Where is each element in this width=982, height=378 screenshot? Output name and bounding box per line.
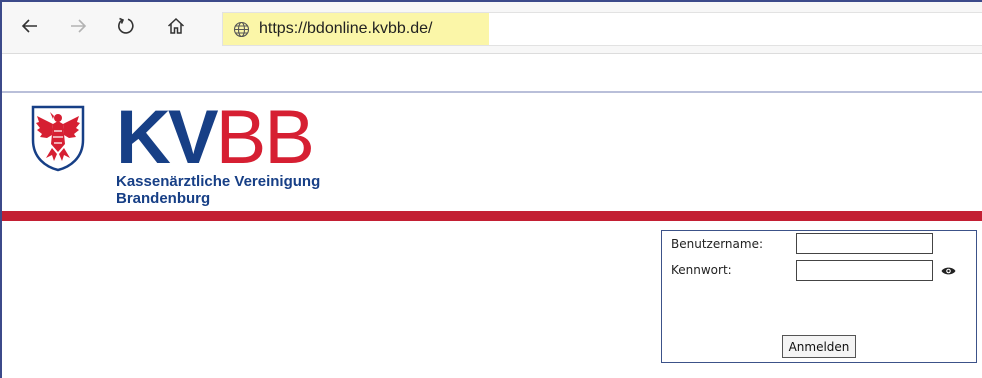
username-input[interactable]	[796, 233, 933, 254]
forward-arrow-icon	[71, 19, 87, 33]
refresh-icon	[118, 17, 134, 34]
back-arrow-icon	[21, 19, 37, 33]
forward-button[interactable]	[64, 12, 92, 40]
eye-icon[interactable]	[941, 265, 956, 277]
coat-of-arms-logo	[30, 104, 86, 176]
brand-subtitle-line1: Kassenärztliche Vereinigung	[116, 173, 321, 190]
globe-icon	[233, 21, 250, 38]
brand-kv: KV	[116, 95, 219, 180]
brand-logo: KVBB	[116, 100, 315, 176]
home-icon	[167, 17, 185, 34]
brand-subtitle: Kassenärztliche Vereinigung Brandenburg	[116, 173, 320, 207]
login-form: Benutzername: Kennwort: Anmelden	[661, 230, 977, 363]
address-bar[interactable]: https://bdonline.kvbb.de/	[222, 12, 982, 46]
url-text[interactable]: https://bdonline.kvbb.de/	[259, 20, 432, 38]
blank-strip	[2, 55, 982, 92]
header-red-bar	[2, 211, 982, 221]
divider	[2, 91, 982, 93]
brand-bb: BB	[215, 95, 315, 180]
password-input[interactable]	[796, 260, 933, 281]
username-label: Benutzername:	[671, 237, 764, 251]
back-button[interactable]	[16, 12, 44, 40]
password-label: Kennwort:	[671, 263, 732, 277]
browser-toolbar: https://bdonline.kvbb.de/	[2, 2, 982, 54]
refresh-button[interactable]	[112, 12, 140, 40]
brand-subtitle-line2: Brandenburg	[116, 190, 211, 207]
login-button[interactable]: Anmelden	[782, 335, 856, 358]
home-button[interactable]	[162, 12, 190, 40]
